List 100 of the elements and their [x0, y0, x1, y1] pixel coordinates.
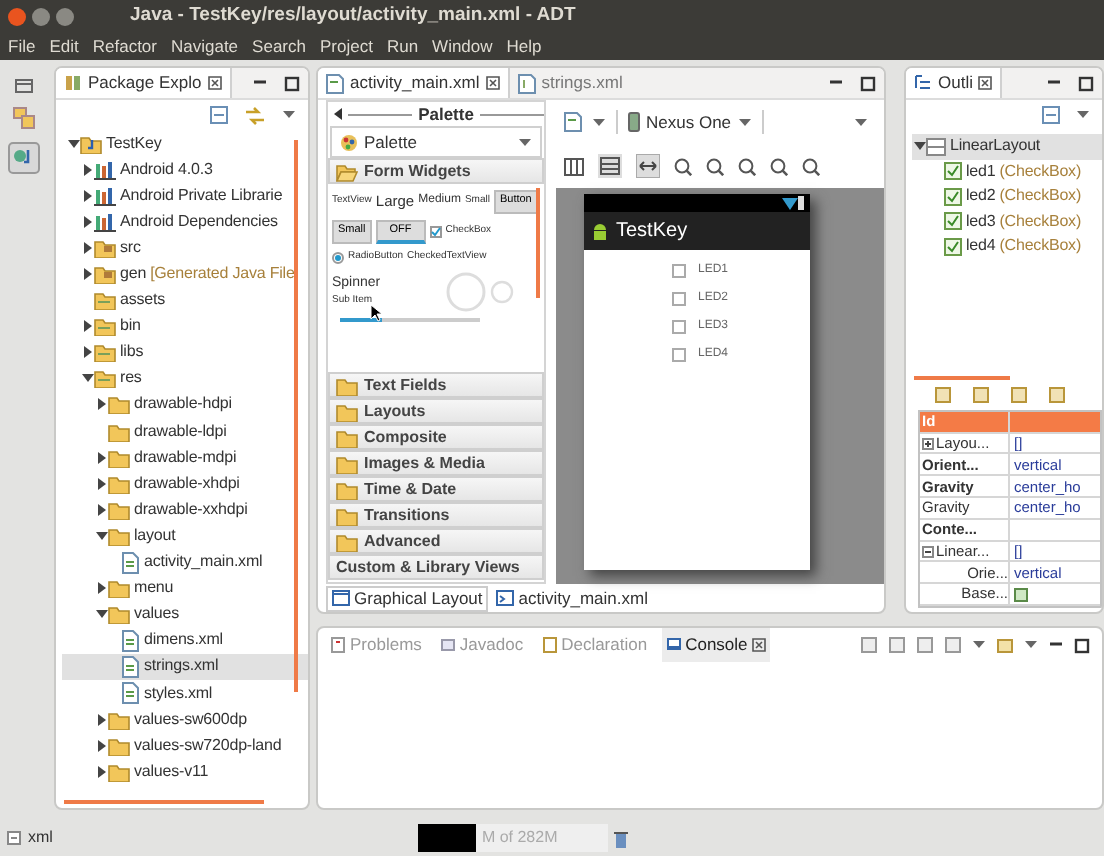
editor-tab[interactable]: activity_main.xml — [318, 68, 510, 98]
caret-icon[interactable] — [518, 137, 532, 147]
outline-item[interactable]: led3 (CheckBox) — [912, 209, 1102, 234]
tree-item[interactable]: res — [62, 365, 308, 392]
tree-item[interactable]: drawable-hdpi — [62, 391, 308, 419]
close-icon[interactable] — [978, 76, 993, 90]
tree-item[interactable]: libs — [62, 339, 308, 366]
java-package-icon[interactable] — [8, 142, 40, 174]
tree-item[interactable]: drawable-xhdpi — [62, 470, 308, 497]
tree-item[interactable]: values — [62, 601, 308, 628]
tree-item[interactable]: gen [Generated Java File — [62, 260, 308, 288]
checkbox-icon[interactable] — [429, 225, 442, 238]
tree-item[interactable]: values-sw720dp-land — [62, 732, 308, 759]
scrollbar-thumb[interactable] — [536, 188, 540, 298]
flag-value-icon[interactable] — [1014, 587, 1028, 602]
tree-item[interactable]: src — [62, 234, 308, 261]
collapsed-arrow-icon[interactable] — [95, 398, 107, 411]
tree-item[interactable]: values-v11 — [62, 758, 308, 785]
collapsed-arrow-icon[interactable] — [95, 503, 107, 516]
palette-category[interactable]: Layouts — [328, 398, 544, 424]
collapsed-arrow-icon[interactable] — [95, 451, 107, 464]
layout-file-icon[interactable] — [564, 112, 582, 132]
collapsed-arrow-icon[interactable] — [81, 189, 93, 202]
collapse-palette-icon[interactable] — [334, 108, 342, 120]
minimize-button[interactable] — [32, 7, 50, 25]
maximize-icon[interactable] — [284, 75, 300, 91]
palette-category[interactable]: Text Fields — [328, 372, 544, 398]
rows-icon[interactable] — [598, 154, 622, 178]
collapse-icon[interactable] — [922, 545, 934, 557]
menu-title[interactable]: Run — [386, 33, 419, 59]
palette-category[interactable]: Transitions — [328, 502, 544, 528]
collapsed-arrow-icon[interactable] — [95, 765, 107, 778]
editor-mode-tab[interactable]: activity_main.xml — [492, 585, 652, 611]
collapsed-arrow-icon[interactable] — [81, 346, 93, 359]
columns-icon[interactable] — [564, 157, 584, 175]
close-button[interactable] — [8, 7, 26, 25]
expanded-arrow-icon[interactable] — [95, 608, 107, 621]
maximize-icon[interactable] — [860, 75, 876, 91]
tree-item[interactable]: assets — [62, 287, 308, 314]
palette-category[interactable]: Time & Date — [328, 476, 544, 502]
expanded-arrow-icon[interactable] — [913, 140, 925, 153]
outline-item[interactable]: LinearLayout — [912, 134, 1102, 159]
collapsed-arrow-icon[interactable] — [95, 582, 107, 595]
caret-icon[interactable] — [737, 117, 752, 127]
scrollbar-thumb[interactable] — [914, 375, 1010, 380]
collapsed-arrow-icon[interactable] — [81, 241, 93, 254]
outline-item[interactable]: led2 (CheckBox) — [912, 184, 1102, 209]
palette-category[interactable]: Custom & Library Views — [328, 554, 544, 580]
caret-icon[interactable] — [854, 117, 868, 127]
palette-category[interactable]: Advanced — [328, 528, 544, 554]
checkbox-icon[interactable] — [672, 291, 686, 305]
palette-category[interactable]: Composite — [328, 424, 544, 450]
tree-item[interactable]: drawable-ldpi — [62, 418, 308, 445]
tree-item[interactable]: Android 4.0.3 — [62, 156, 308, 183]
expanded-arrow-icon[interactable] — [95, 529, 107, 542]
tree-item[interactable]: strings.xml — [62, 653, 308, 680]
menu-title[interactable]: Refactor — [92, 33, 157, 59]
device-dropdown[interactable]: Nexus One — [628, 109, 752, 135]
tree-item[interactable]: layout — [62, 522, 308, 549]
maximize-button[interactable] — [56, 7, 74, 25]
tree-item[interactable]: Android Private Librarie — [62, 182, 308, 209]
checkbox-icon[interactable] — [672, 347, 686, 361]
collapsed-arrow-icon[interactable] — [95, 739, 107, 752]
tree-item[interactable]: drawable-xxhdpi — [62, 496, 308, 523]
tree-item[interactable]: dimens.xml — [62, 627, 308, 654]
outline-item[interactable]: led4 (CheckBox) — [912, 234, 1102, 259]
menu-title[interactable]: Navigate — [170, 33, 239, 59]
collapsed-arrow-icon[interactable] — [81, 215, 93, 228]
close-icon[interactable] — [485, 76, 500, 90]
collapsed-arrow-icon[interactable] — [95, 713, 107, 726]
caret-icon[interactable] — [1024, 640, 1038, 650]
fit-width-icon[interactable] — [636, 154, 660, 178]
collapsed-arrow-icon[interactable] — [81, 163, 93, 176]
caret-icon[interactable] — [1076, 110, 1090, 120]
palette-category[interactable]: Images & Media — [328, 450, 544, 476]
caret-icon[interactable] — [592, 117, 606, 127]
collapse-all-icon[interactable] — [210, 106, 228, 124]
tree-item[interactable]: values-sw600dp — [62, 706, 308, 733]
outline-item[interactable]: led1 (CheckBox) — [912, 159, 1102, 184]
collapsed-arrow-icon[interactable] — [81, 268, 93, 281]
menu-title[interactable]: Help — [506, 33, 542, 59]
view-tab[interactable]: Outli — [906, 68, 1003, 98]
tree-item[interactable]: bin — [62, 313, 308, 340]
tree-item[interactable]: TestKey — [62, 130, 308, 157]
caret-icon[interactable] — [282, 110, 296, 120]
checkbox-icon[interactable] — [672, 319, 686, 333]
maximize-icon[interactable] — [1074, 637, 1090, 653]
checkbox-icon[interactable] — [672, 263, 686, 277]
palette-category[interactable]: Form Widgets — [328, 158, 544, 184]
console-tab[interactable]: Console — [661, 628, 770, 662]
tree-item[interactable]: Android Dependencies — [62, 208, 308, 235]
collapsed-arrow-icon[interactable] — [81, 320, 93, 333]
trash-icon[interactable] — [614, 829, 629, 847]
scrollbar-thumb[interactable] — [64, 800, 264, 804]
radio-icon[interactable] — [332, 251, 344, 264]
menu-title[interactable]: Project — [319, 33, 373, 59]
caret-icon[interactable] — [972, 640, 986, 650]
tree-item[interactable]: styles.xml — [62, 679, 308, 707]
menu-title[interactable]: Window — [432, 33, 493, 59]
scrollbar-thumb[interactable] — [294, 140, 298, 692]
